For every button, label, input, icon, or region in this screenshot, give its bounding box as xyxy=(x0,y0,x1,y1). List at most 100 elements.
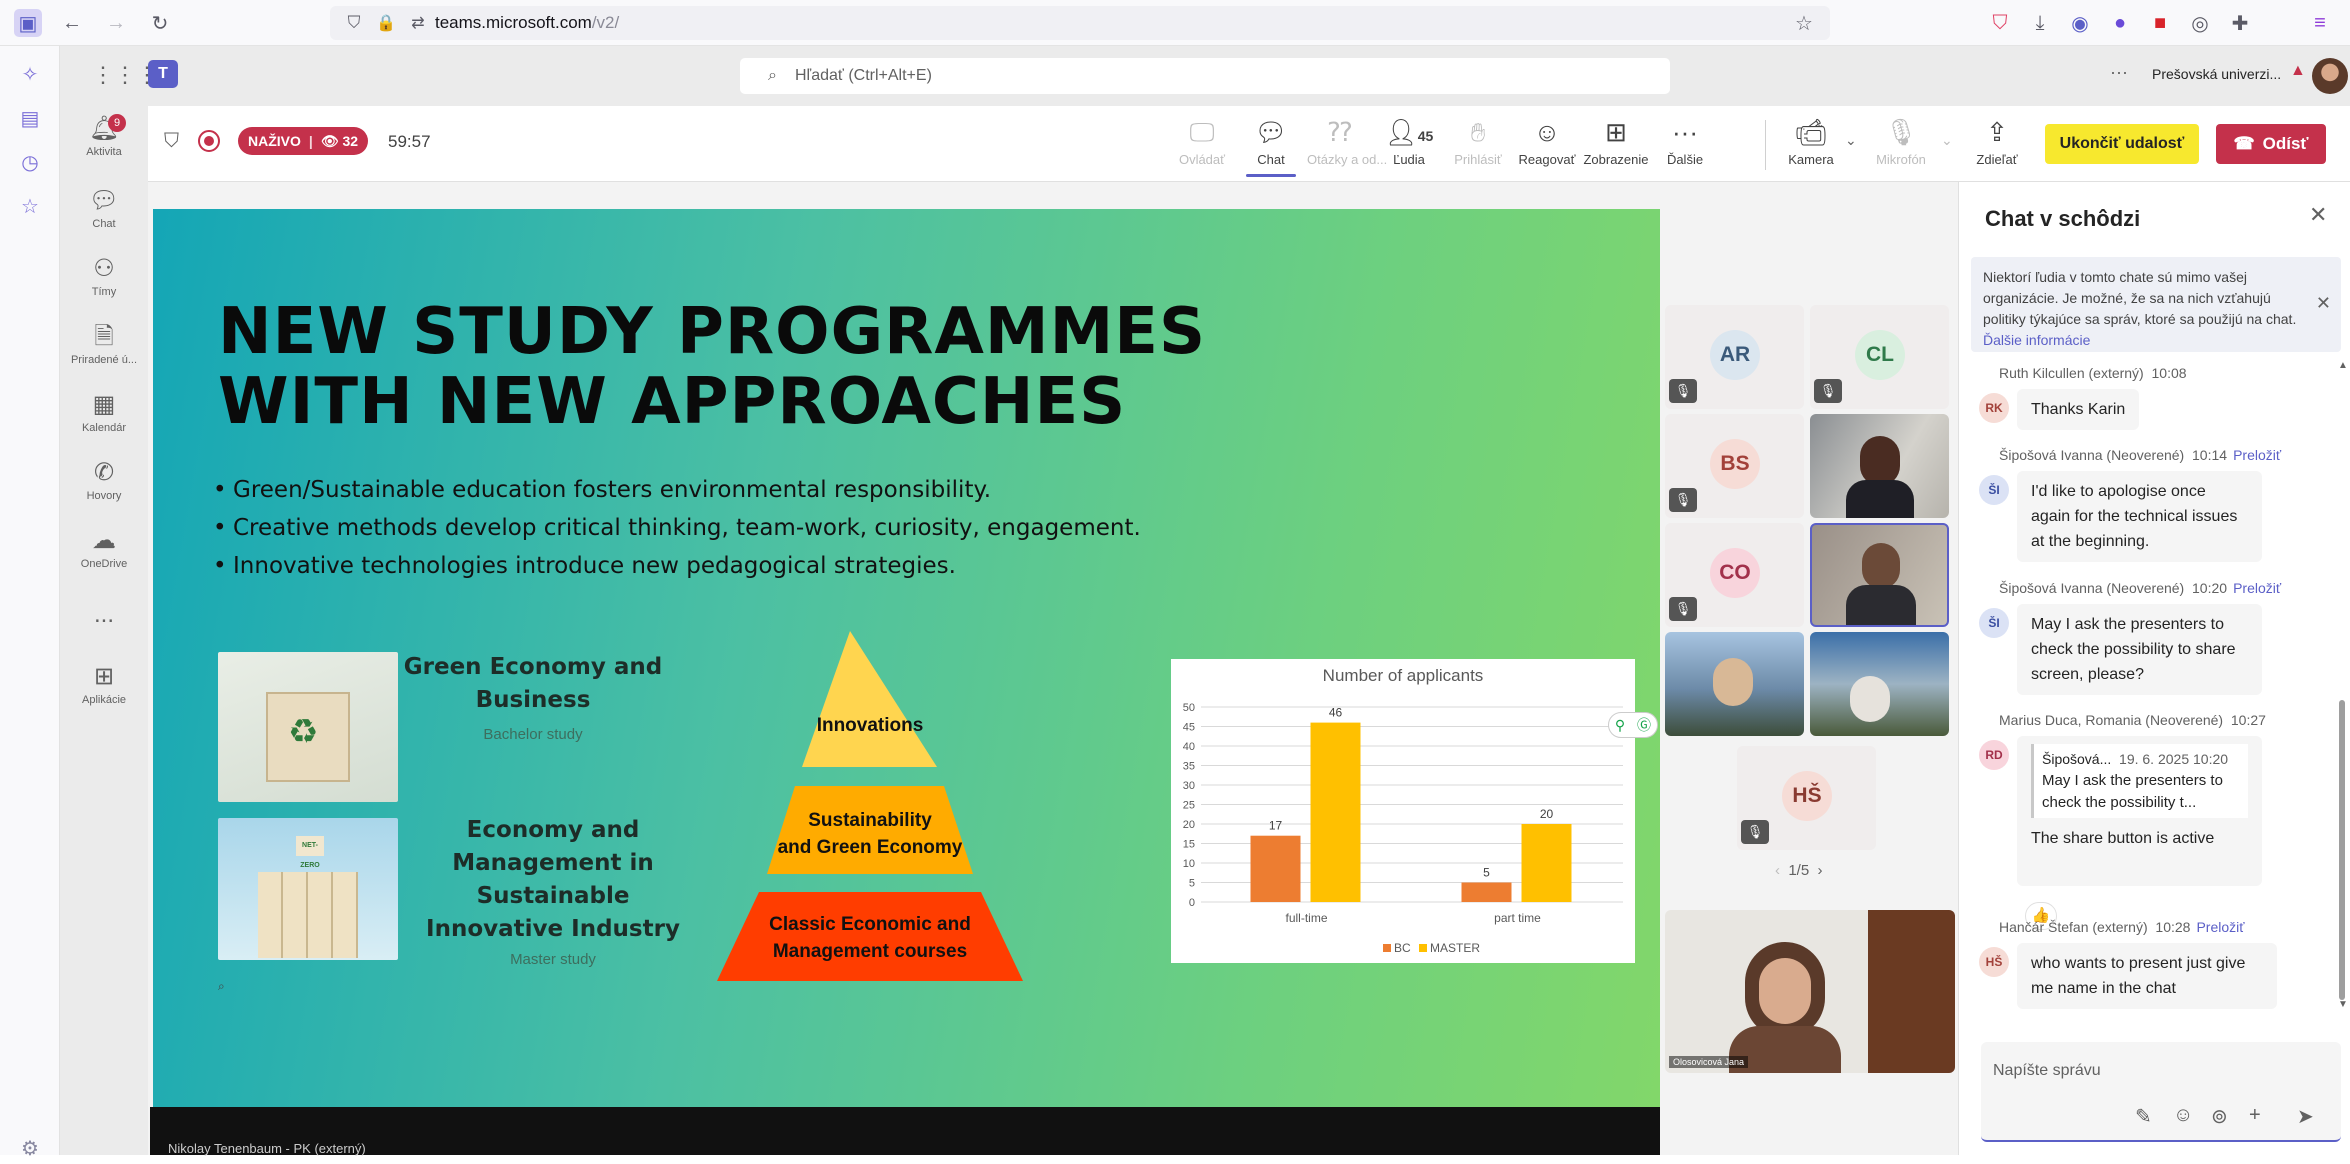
participant-tile[interactable]: AR 🎙︎ xyxy=(1665,305,1804,409)
rail-item-onedrive[interactable]: ☁︎ OneDrive xyxy=(60,526,148,570)
assignments-icon: 🗎 xyxy=(94,323,114,350)
self-video[interactable]: Olosovicová Jana xyxy=(1665,910,1955,1073)
participant-video[interactable] xyxy=(1810,632,1949,736)
translate-link[interactable]: Preložiť xyxy=(2233,580,2281,596)
rail-label: Chat xyxy=(92,218,116,230)
prev-page-icon[interactable]: ‹ xyxy=(1775,862,1780,879)
share-button[interactable]: ⇪ Zdieľať xyxy=(1964,116,2030,167)
send-icon[interactable]: ➤ xyxy=(2297,1104,2314,1129)
data-label: 17 xyxy=(1269,819,1283,833)
mic-options-chevron-icon[interactable]: ⌄ xyxy=(1941,132,1953,149)
rail-item-teams[interactable]: ⚇ Tímy xyxy=(60,254,148,298)
rail-item-more[interactable]: ... xyxy=(60,600,148,630)
extension-ca-icon[interactable]: ● xyxy=(2106,9,2134,37)
quote-time: 19. 6. 2025 10:20 xyxy=(2119,751,2229,767)
message-meta: Šipošová Ivanna (Neoverené) 10:14 Preloži… xyxy=(1979,447,2309,463)
dismiss-notice-icon[interactable]: ✕ xyxy=(2316,293,2331,314)
extension-icon[interactable]: ◎ xyxy=(2186,9,2214,37)
close-icon[interactable]: ✕ xyxy=(2309,202,2327,228)
camera-button[interactable]: 📹︎ Kamera xyxy=(1778,116,1844,167)
customize-sidebar-icon[interactable]: ⚙ xyxy=(16,1136,44,1164)
leave-button[interactable]: ☎ Odísť xyxy=(2216,124,2326,164)
pocket-icon[interactable]: ⛉ xyxy=(1986,9,2014,37)
rail-item-activity[interactable]: 🔔︎ 9 Aktivita xyxy=(60,114,148,158)
history-icon[interactable]: ◷ xyxy=(16,150,44,178)
address-bar[interactable]: ⛉ 🔒 ⇄ teams.microsoft.com/v2/ ☆ xyxy=(330,6,1830,40)
org-name[interactable]: Prešovská univerzi... xyxy=(2152,66,2281,82)
pyramid-top xyxy=(802,631,937,767)
sidebar-toggle-icon[interactable]: ▣ xyxy=(14,9,42,37)
emoji-icon[interactable]: ☺ xyxy=(2173,1104,2193,1127)
end-event-button[interactable]: Ukončiť udalosť xyxy=(2045,124,2199,164)
bar-master xyxy=(1310,722,1361,902)
green-cubes-image: ♻ xyxy=(218,652,398,802)
participant-tile[interactable]: CO 🎙︎ xyxy=(1665,523,1804,627)
search-input[interactable]: ⌕ Hľadať (Ctrl+Alt+E) xyxy=(740,58,1670,94)
rail-item-apps[interactable]: ⊞ Aplikácie xyxy=(60,662,148,706)
bullet-item: Innovative technologies introduce new pe… xyxy=(213,547,1141,585)
active-speaker-video[interactable] xyxy=(1810,523,1949,627)
message-bubble: Šipošová... 19. 6. 2025 10:20 May I ask … xyxy=(2017,736,2262,886)
people-button[interactable]: 👤︎45 Ľudia xyxy=(1376,116,1442,167)
rail-item-calendar[interactable]: ▦ Kalendár xyxy=(60,390,148,434)
account-icon[interactable]: ◉ xyxy=(2066,9,2094,37)
participant-tile[interactable]: HŠ 🎙︎ xyxy=(1737,746,1876,850)
author-avatar: ŠI xyxy=(1979,608,2009,638)
bookmark-star-icon[interactable]: ☆ xyxy=(1790,9,1818,37)
add-icon[interactable]: + xyxy=(2249,1104,2261,1127)
translate-link[interactable]: Preložiť xyxy=(2233,447,2281,463)
chat-button[interactable]: 💬︎ Chat xyxy=(1238,116,1304,177)
participant-tile[interactable]: CL 🎙︎ xyxy=(1810,305,1949,409)
back-icon[interactable]: ← xyxy=(58,9,86,37)
y-tick-label: 25 xyxy=(1183,800,1195,812)
forward-icon[interactable]: → xyxy=(102,9,130,37)
ai-chatbot-icon[interactable]: ✧ xyxy=(16,62,44,90)
raise-hand-button[interactable]: ✋︎ Prihlásiť xyxy=(1445,116,1511,167)
react-button[interactable]: ☺ Reagovať xyxy=(1514,116,1580,167)
reload-icon[interactable]: ↻ xyxy=(146,9,174,37)
chat-message: Marius Duca, Romania (Neoverené) 10:27 R… xyxy=(1979,712,2309,930)
loop-icon[interactable]: ⊚ xyxy=(2211,1104,2228,1129)
downloads-icon[interactable]: ⤓ xyxy=(2026,9,2054,37)
more-options-icon[interactable]: ··· xyxy=(2110,62,2128,83)
participant-video[interactable] xyxy=(1810,414,1949,518)
compose-box[interactable]: Napíšte správu ✎ ☺ ⊚ + ➤ xyxy=(1981,1042,2341,1142)
menu-icon[interactable]: ≡ xyxy=(2306,9,2334,37)
qa-button[interactable]: ⁇ Otázky a od... xyxy=(1307,116,1388,167)
scrollbar-thumb[interactable] xyxy=(2339,700,2345,1000)
participant-tile[interactable]: BS 🎙︎ xyxy=(1665,414,1804,518)
toolbar-label: Prihlásiť xyxy=(1454,152,1502,167)
avatar[interactable] xyxy=(2312,58,2348,94)
next-page-icon[interactable]: › xyxy=(1818,862,1823,879)
toolbar-label: Otázky a od... xyxy=(1307,152,1388,167)
rail-item-chat[interactable]: 💬︎ Chat xyxy=(60,186,148,230)
extension-pdf-icon[interactable]: ■ xyxy=(2146,9,2174,37)
view-button[interactable]: ⊞ Zobrazenie xyxy=(1583,116,1649,167)
rail-item-assignments[interactable]: 🗎 Priradené ú... xyxy=(60,322,148,366)
more-button[interactable]: ··· Ďalšie xyxy=(1652,116,1718,167)
format-icon[interactable]: ✎ xyxy=(2135,1104,2152,1129)
extensions-puzzle-icon[interactable]: ✚ xyxy=(2226,9,2254,37)
quoted-message[interactable]: Šipošová... 19. 6. 2025 10:20 May I ask … xyxy=(2031,744,2248,818)
microphone-button[interactable]: 🎙︎ Mikrofón xyxy=(1868,116,1934,167)
author-avatar: RD xyxy=(1979,740,2009,770)
toolbar-label: Mikrofón xyxy=(1876,152,1926,167)
learn-more-link[interactable]: Ďalšie informácie xyxy=(1983,332,2090,348)
slide-bullets: Green/Sustainable education fosters envi… xyxy=(213,471,1141,585)
legend-swatch xyxy=(1419,944,1427,952)
translate-link[interactable]: Preložiť xyxy=(2196,919,2244,935)
bookmarks-icon[interactable]: ☆ xyxy=(16,194,44,222)
chat-scrollbar[interactable]: ▲ ▼ xyxy=(2337,360,2348,1010)
control-button[interactable]: 🖵︎ Ovládať xyxy=(1169,116,1235,167)
grammarly-icon[interactable]: ⚲ Ⓖ xyxy=(1608,712,1658,738)
people-icon: 👤︎45 xyxy=(1384,117,1434,147)
message-time: 10:28 xyxy=(2155,919,2191,935)
meeting-chat-panel: Chat v schôdzi ✕ Niektorí ľudia v tomto … xyxy=(1958,182,2350,1155)
synced-tabs-icon[interactable]: ▤ xyxy=(16,106,44,134)
rail-item-calls[interactable]: ✆ Hovory xyxy=(60,458,148,502)
participant-video[interactable] xyxy=(1665,632,1804,736)
magnifier-icon: ⌕ xyxy=(218,979,225,993)
scroll-down-icon[interactable]: ▼ xyxy=(2338,999,2348,1010)
scroll-up-icon[interactable]: ▲ xyxy=(2338,360,2348,371)
camera-options-chevron-icon[interactable]: ⌄ xyxy=(1845,132,1857,149)
